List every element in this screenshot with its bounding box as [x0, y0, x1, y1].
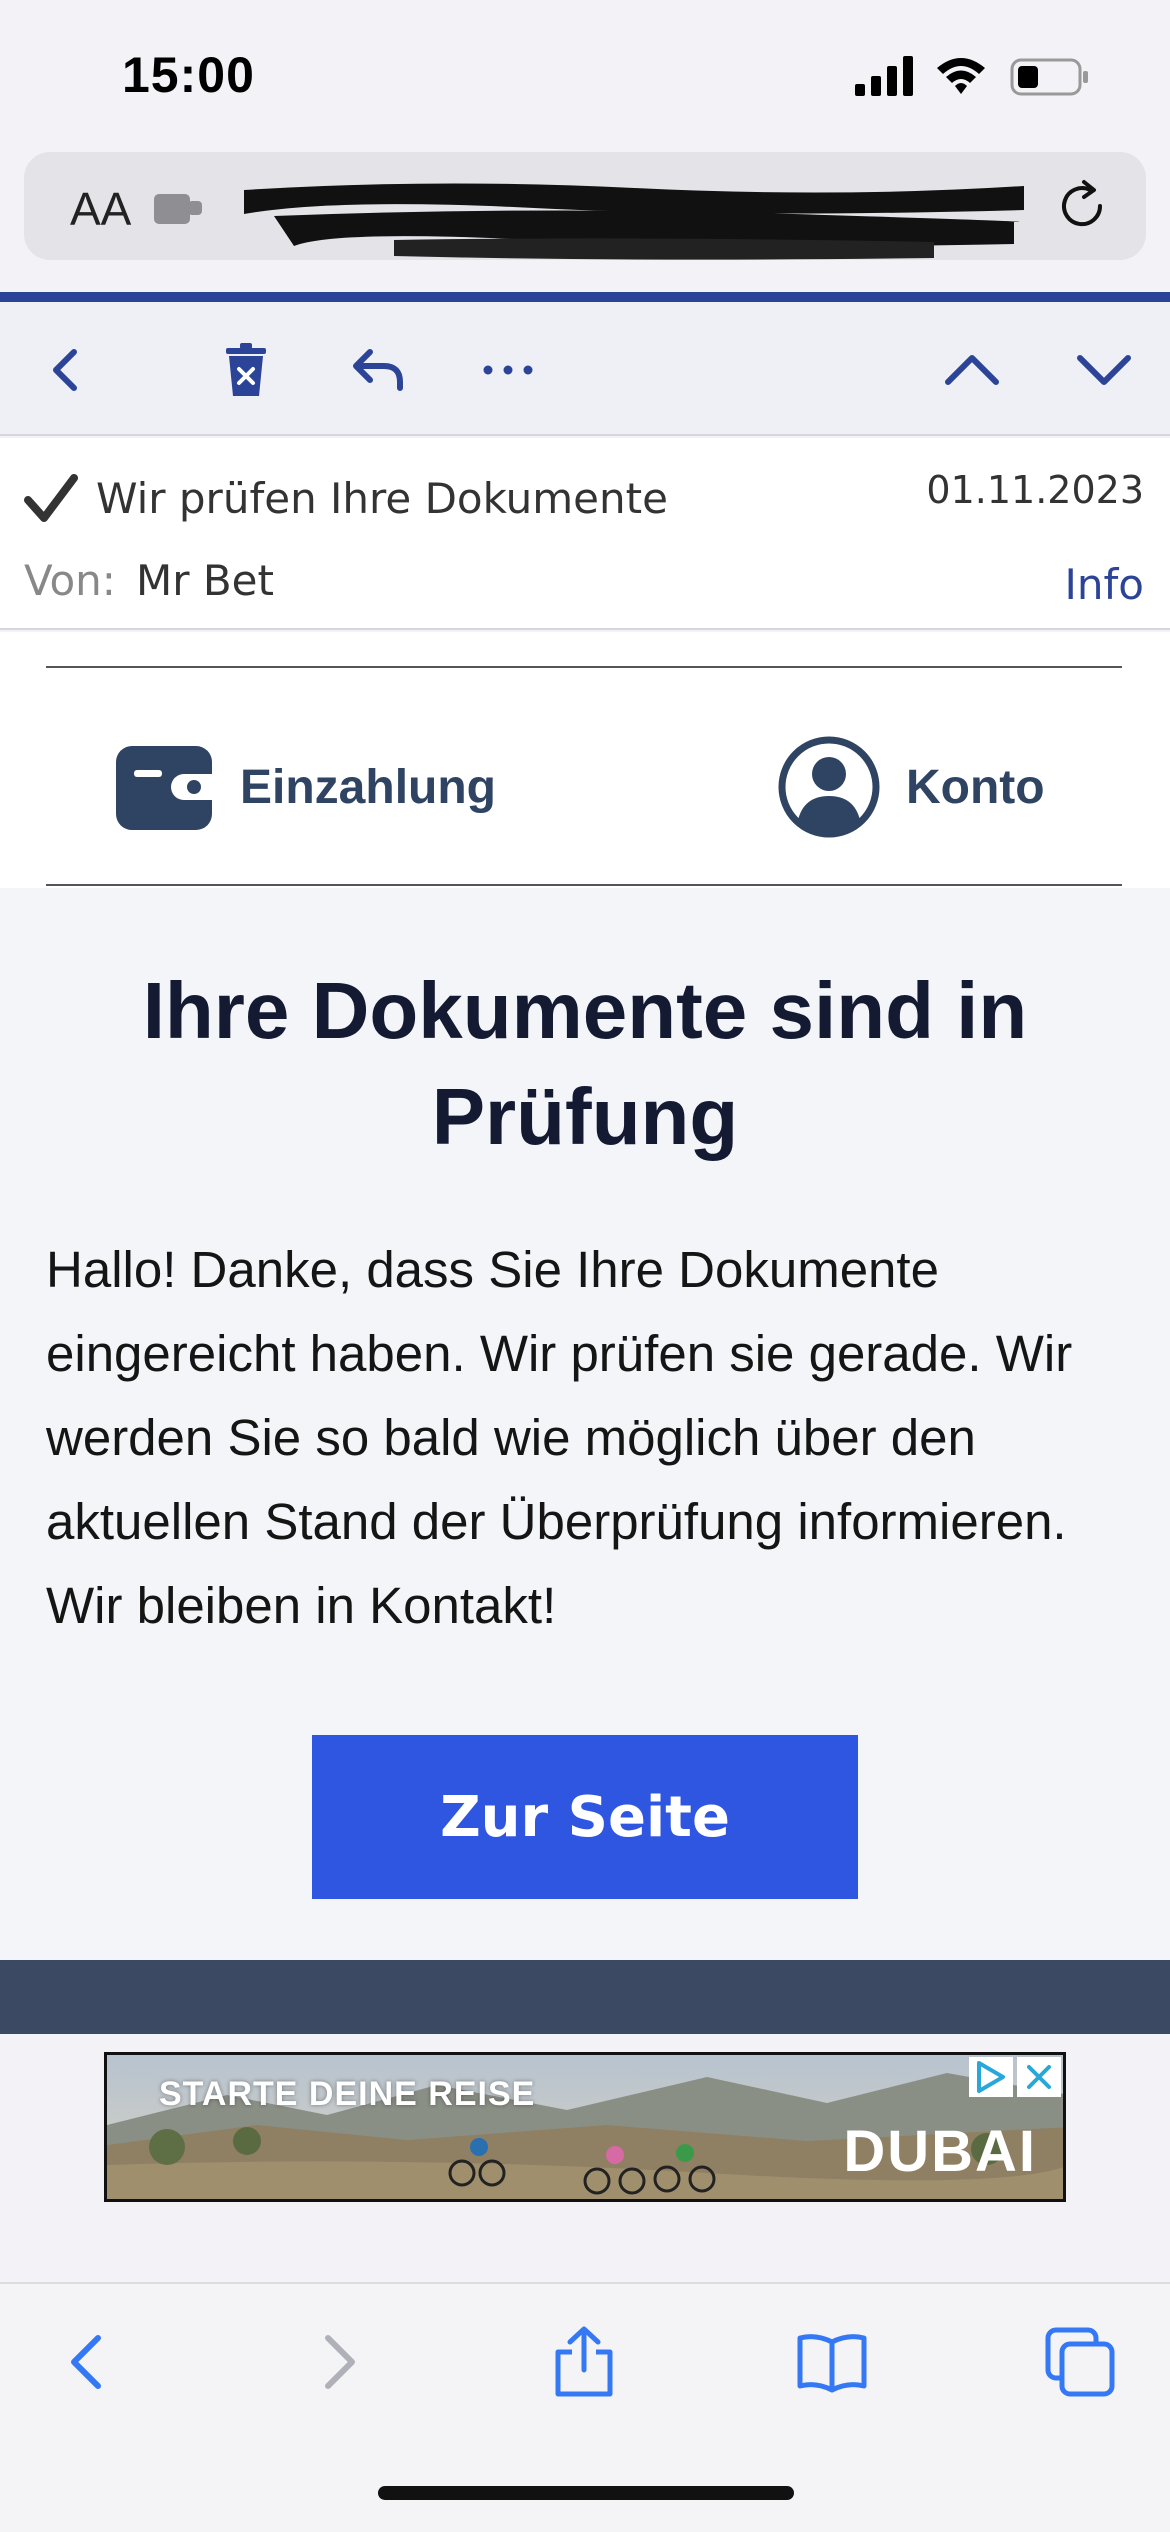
from-label: Von:: [24, 556, 116, 605]
sender-name: Mr Bet: [136, 556, 274, 605]
cellular-signal-icon: [855, 56, 913, 96]
url-redacted-scribble: [244, 183, 1024, 260]
account-icon: [778, 736, 880, 838]
nav-account[interactable]: Konto: [778, 732, 1045, 842]
checkmark-icon: [24, 474, 78, 522]
email-footer-band: [0, 1960, 1170, 2034]
text-size-button[interactable]: AA: [70, 182, 131, 236]
chevron-up-icon[interactable]: [944, 342, 1000, 398]
nav-deposit[interactable]: Einzahlung: [114, 732, 496, 842]
battery-icon: [1010, 58, 1088, 96]
wifi-icon: [937, 58, 985, 94]
status-bar: 15:00: [0, 0, 1170, 150]
ad-brand-logo: DUBAI: [843, 2119, 1037, 2184]
divider: [46, 884, 1122, 886]
text-size-label: AA: [70, 183, 132, 235]
home-indicator: [378, 2486, 794, 2500]
chevron-down-icon[interactable]: [1076, 342, 1132, 398]
cta-button[interactable]: Zur Seite: [312, 1735, 858, 1899]
back-chevron-icon[interactable]: [38, 342, 94, 398]
ad-close-icon[interactable]: [1017, 2057, 1061, 2097]
ad-choices-icon[interactable]: [969, 2057, 1013, 2097]
ad-banner[interactable]: STARTE DEINE REISE DUBAI: [104, 2052, 1066, 2202]
tabs-icon[interactable]: [1044, 2326, 1116, 2398]
share-icon[interactable]: [548, 2326, 620, 2398]
mail-date: 01.11.2023: [926, 468, 1144, 512]
mail-header: Wir prüfen Ihre Dokumente 01.11.2023 Von…: [0, 438, 1170, 630]
address-bar[interactable]: AA: [24, 152, 1146, 260]
accent-divider: [0, 292, 1170, 302]
reply-icon[interactable]: [350, 342, 406, 398]
browser-forward-icon[interactable]: [302, 2326, 374, 2398]
info-link[interactable]: Info: [1065, 560, 1145, 609]
more-icon[interactable]: [480, 342, 536, 398]
nav-deposit-label: Einzahlung: [240, 760, 496, 814]
email-nav-section: Einzahlung Konto: [0, 632, 1170, 888]
trash-icon[interactable]: [218, 342, 274, 398]
wallet-icon: [116, 746, 212, 830]
browser-back-icon[interactable]: [52, 2326, 124, 2398]
reload-icon[interactable]: [1054, 178, 1110, 234]
email-title: Ihre Dokumente sind in Prüfung: [142, 966, 1028, 1161]
ad-headline: STARTE DEINE REISE: [159, 2075, 536, 2113]
nav-account-label: Konto: [906, 760, 1045, 814]
extension-icon[interactable]: [154, 188, 206, 228]
divider: [46, 666, 1122, 668]
status-time: 15:00: [122, 47, 255, 103]
email-body-text: Hallo! Danke, dass Sie Ihre Dokumente ei…: [46, 1241, 1073, 1634]
mail-subject: Wir prüfen Ihre Dokumente: [96, 474, 668, 523]
mail-toolbar: [0, 302, 1170, 436]
bookmarks-icon[interactable]: [796, 2326, 868, 2398]
email-main: Ihre Dokumente sind in Prüfung Hallo! Da…: [0, 888, 1170, 1960]
